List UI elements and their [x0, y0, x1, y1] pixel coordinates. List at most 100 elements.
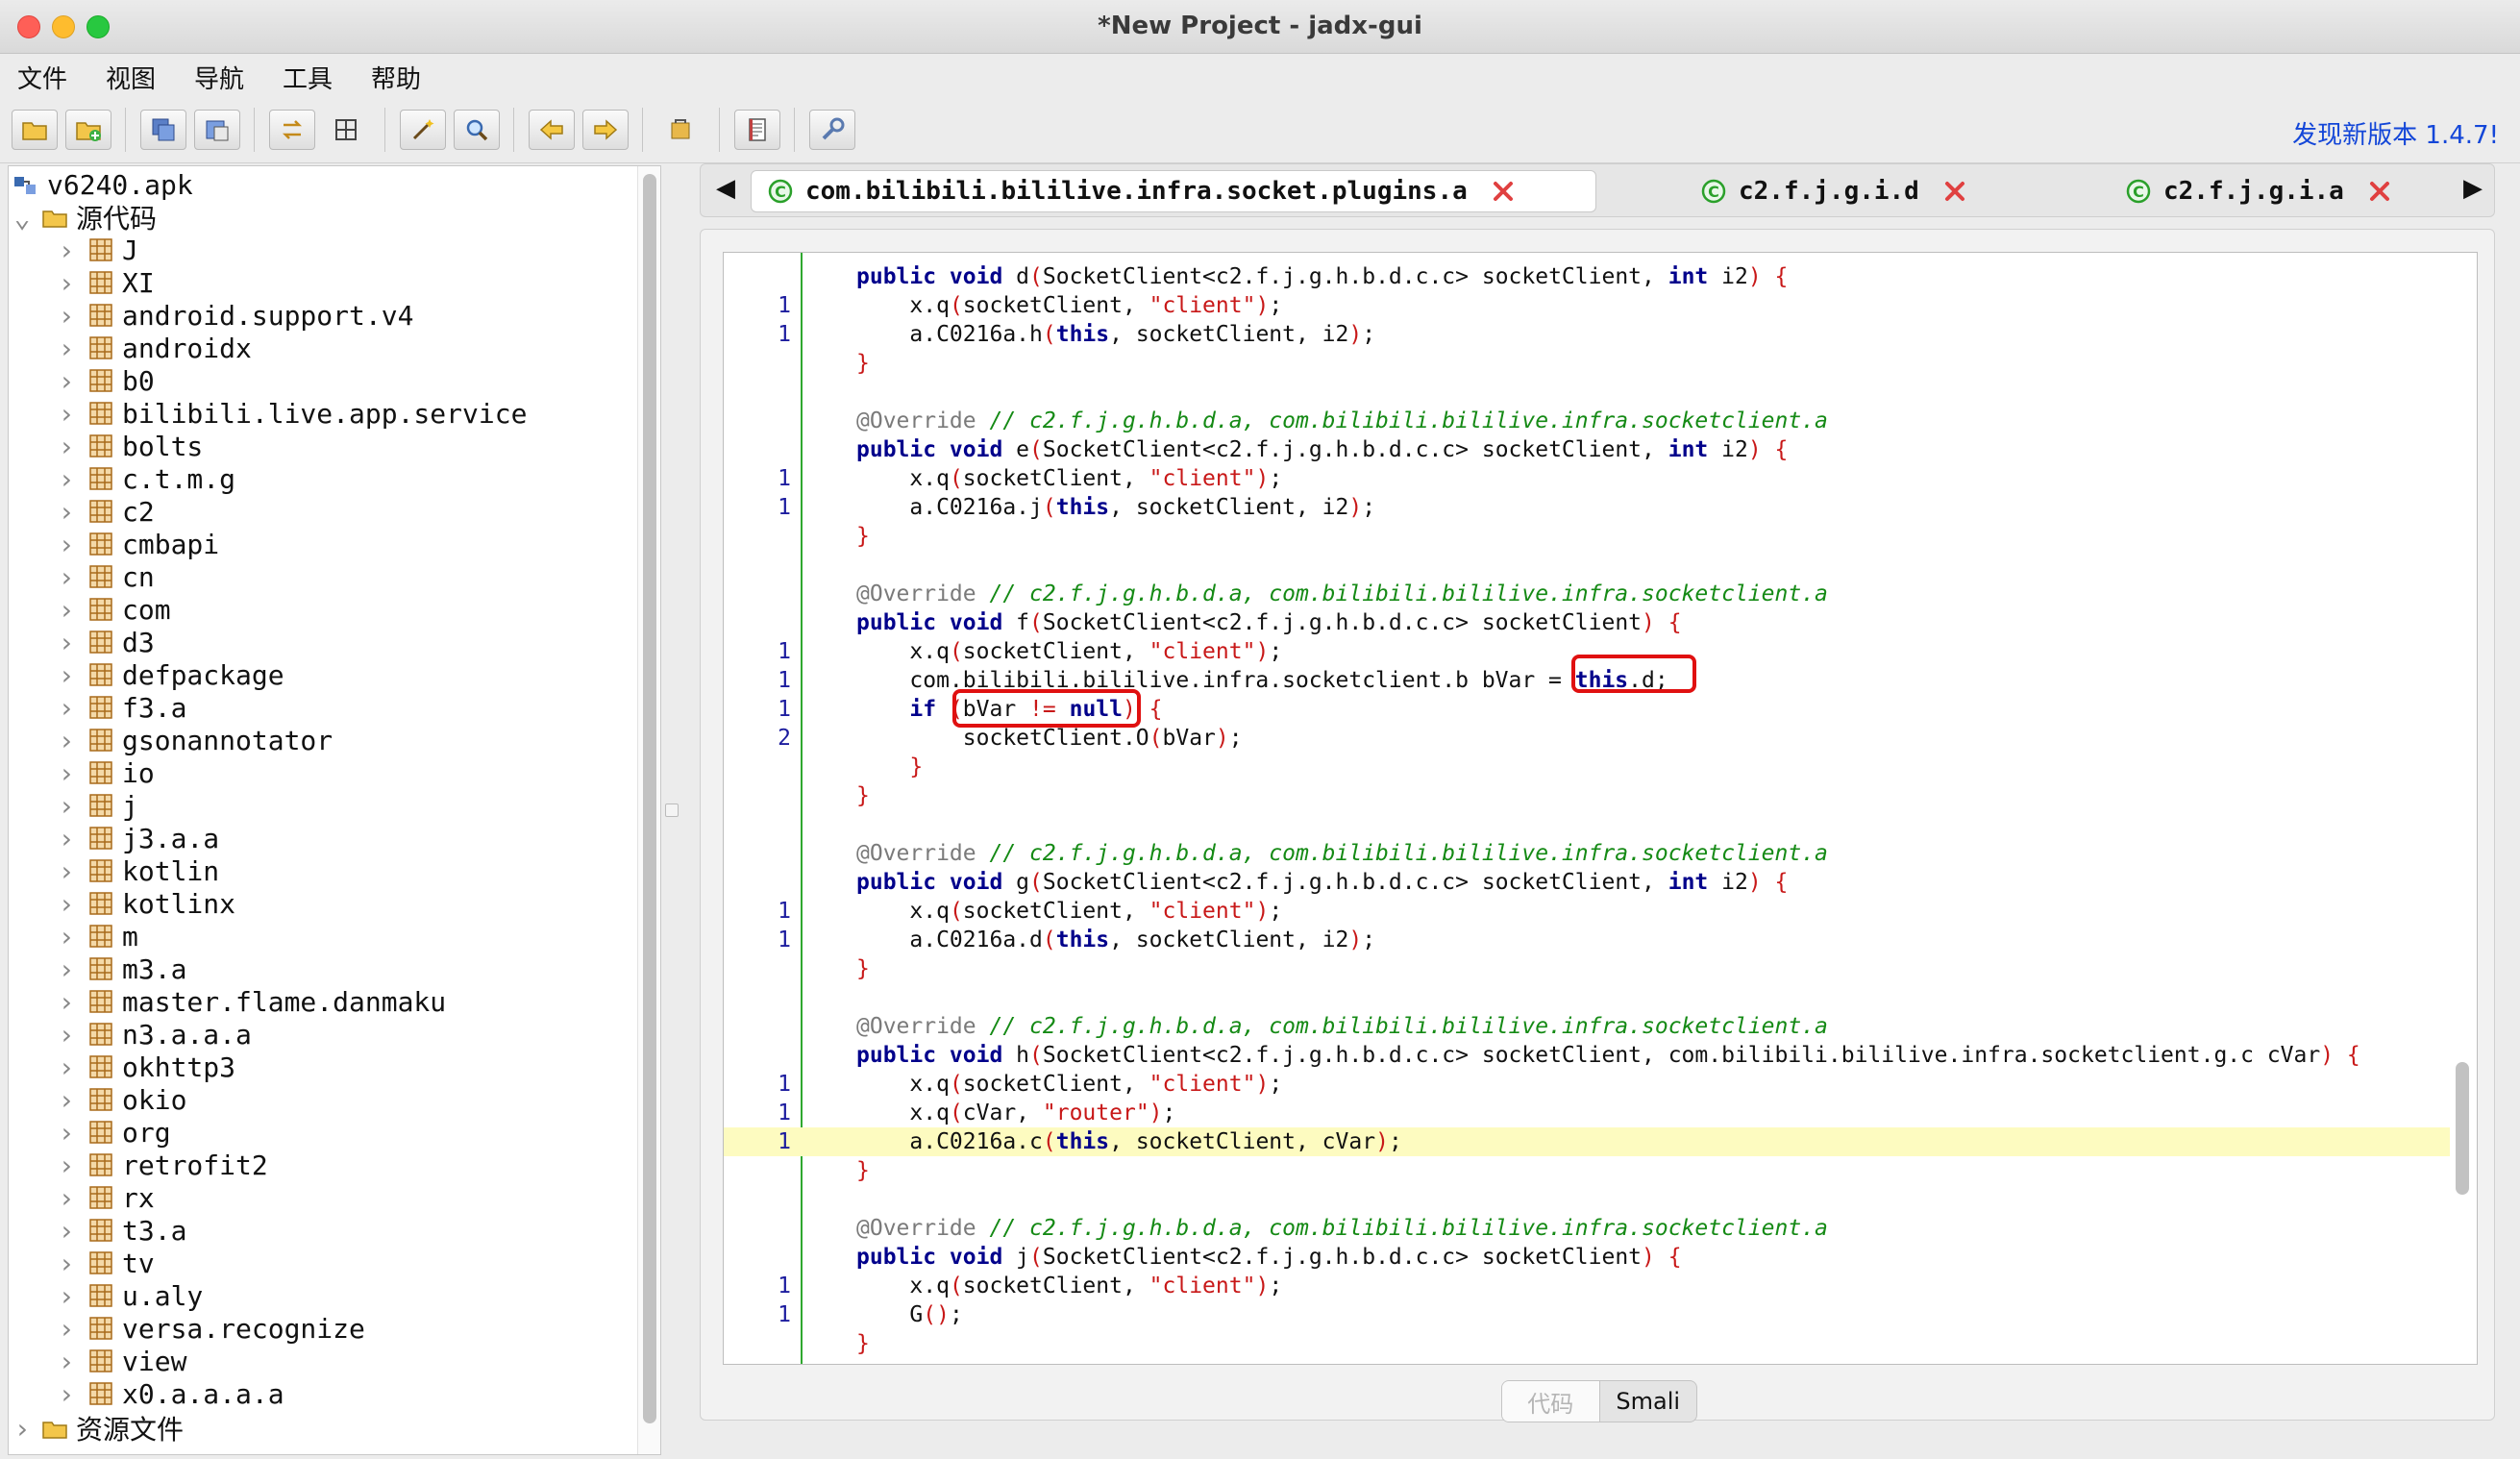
- chevron-right-icon[interactable]: ›: [57, 333, 76, 364]
- back-button[interactable]: [529, 110, 575, 150]
- code-line[interactable]: 1 x.q(socketClient, "client");: [724, 291, 2450, 320]
- chevron-right-icon[interactable]: ›: [57, 365, 76, 397]
- tab-scroll-right-icon[interactable]: ▶: [2463, 174, 2483, 203]
- code-editor[interactable]: public void d(SocketClient<c2.f.j.g.h.b.…: [723, 252, 2478, 1365]
- tree-package-item[interactable]: › tv: [57, 1247, 155, 1279]
- chevron-right-icon[interactable]: ›: [57, 986, 76, 1018]
- code-line[interactable]: [724, 1185, 2450, 1214]
- code-line[interactable]: 1 a.C0216a.h(this, socketClient, i2);: [724, 320, 2450, 349]
- code-line[interactable]: @Override // c2.f.j.g.h.b.d.a, com.bilib…: [724, 1214, 2450, 1243]
- code-line[interactable]: @Override // c2.f.j.g.h.b.d.a, com.bilib…: [724, 839, 2450, 868]
- chevron-right-icon[interactable]: ›: [57, 659, 76, 691]
- code-line[interactable]: 1 x.q(cVar, "router");: [724, 1099, 2450, 1127]
- chevron-right-icon[interactable]: ›: [57, 627, 76, 658]
- tab-scroll-left-icon[interactable]: ◀: [716, 174, 735, 203]
- code-line[interactable]: public void h(SocketClient<c2.f.j.g.h.b.…: [724, 1041, 2450, 1070]
- code-line[interactable]: }: [724, 753, 2450, 781]
- tree-package-item[interactable]: › io: [57, 756, 155, 789]
- code-line[interactable]: }: [724, 1156, 2450, 1185]
- menu-tools[interactable]: 工具: [283, 60, 333, 95]
- chevron-right-icon[interactable]: ›: [57, 921, 76, 952]
- menu-help[interactable]: 帮助: [371, 60, 421, 95]
- code-line[interactable]: }: [724, 349, 2450, 378]
- tree-package-item[interactable]: › J: [57, 234, 138, 266]
- chevron-right-icon[interactable]: ›: [57, 823, 76, 854]
- tree-package-item[interactable]: › c.t.m.g: [57, 462, 235, 495]
- code-line[interactable]: public void g(SocketClient<c2.f.j.g.h.b.…: [724, 868, 2450, 897]
- tree-package-item[interactable]: › d3: [57, 626, 155, 658]
- chevron-right-icon[interactable]: ›: [57, 1084, 76, 1116]
- flatten-packages-button[interactable]: [323, 110, 369, 150]
- chevron-right-icon[interactable]: ›: [57, 855, 76, 887]
- tree-scroll-thumb[interactable]: [643, 174, 656, 1423]
- chevron-right-icon[interactable]: ›: [57, 1346, 76, 1377]
- chevron-right-icon[interactable]: ›: [57, 1313, 76, 1345]
- tree-package-item[interactable]: › c2: [57, 495, 155, 528]
- code-line[interactable]: }: [724, 1329, 2450, 1358]
- close-tab-icon[interactable]: [1942, 179, 1967, 204]
- preferences-button[interactable]: [809, 110, 855, 150]
- chevron-right-icon[interactable]: ›: [57, 1150, 76, 1181]
- code-line[interactable]: 1 x.q(socketClient, "client");: [724, 1272, 2450, 1300]
- chevron-right-icon[interactable]: ›: [57, 1117, 76, 1149]
- tree-package-item[interactable]: › retrofit2: [57, 1149, 268, 1181]
- deobfuscation-button[interactable]: [400, 110, 446, 150]
- chevron-right-icon[interactable]: ›: [57, 529, 76, 560]
- tree-source-folder[interactable]: ⌄ 源代码: [12, 201, 157, 235]
- menu-file[interactable]: 文件: [17, 60, 67, 95]
- code-line[interactable]: 2 socketClient.O(bVar);: [724, 724, 2450, 753]
- menu-navigation[interactable]: 导航: [194, 60, 244, 95]
- tree-package-item[interactable]: › android.support.v4: [57, 299, 414, 332]
- tree-package-item[interactable]: › f3.a: [57, 691, 187, 724]
- code-line[interactable]: 1 x.q(socketClient, "client");: [724, 464, 2450, 493]
- tree-package-item[interactable]: › cmbapi: [57, 528, 220, 560]
- code-line[interactable]: 1 x.q(socketClient, "client");: [724, 897, 2450, 926]
- code-line[interactable]: [724, 378, 2450, 407]
- tree-package-item[interactable]: › x0.a.a.a.a: [57, 1377, 284, 1410]
- code-line[interactable]: @Override // c2.f.j.g.h.b.d.a, com.bilib…: [724, 1012, 2450, 1041]
- save-all-button[interactable]: [140, 110, 186, 150]
- code-line[interactable]: [724, 551, 2450, 580]
- code-line[interactable]: public void j(SocketClient<c2.f.j.g.h.b.…: [724, 1243, 2450, 1272]
- chevron-right-icon[interactable]: ›: [57, 463, 76, 495]
- smali-view-tab[interactable]: Smali: [1600, 1381, 1697, 1422]
- update-link[interactable]: 发现新版本 1.4.7!: [2292, 115, 2499, 151]
- tree-package-item[interactable]: › androidx: [57, 332, 252, 364]
- chevron-right-icon[interactable]: ›: [57, 300, 76, 332]
- search-button[interactable]: [454, 110, 500, 150]
- chevron-right-icon[interactable]: ›: [57, 496, 76, 528]
- decompile-all-button[interactable]: [657, 110, 704, 150]
- add-files-button[interactable]: [65, 110, 111, 150]
- tree-package-item[interactable]: › kotlinx: [57, 887, 235, 920]
- tree-root[interactable]: v6240.apk: [12, 168, 193, 201]
- close-tab-icon[interactable]: [1491, 179, 1516, 204]
- tree-package-item[interactable]: › j3.a.a: [57, 822, 220, 854]
- chevron-right-icon[interactable]: ›: [57, 888, 76, 920]
- chevron-right-icon[interactable]: ›: [57, 1378, 76, 1410]
- code-line[interactable]: @Override // c2.f.j.g.h.b.d.a, com.bilib…: [724, 580, 2450, 608]
- chevron-right-icon[interactable]: ›: [57, 1051, 76, 1083]
- menu-view[interactable]: 视图: [106, 60, 156, 95]
- tree-package-item[interactable]: › t3.a: [57, 1214, 187, 1247]
- forward-button[interactable]: [582, 110, 629, 150]
- tree-package-item[interactable]: › XI: [57, 266, 155, 299]
- tree-package-item[interactable]: › u.aly: [57, 1279, 204, 1312]
- code-line[interactable]: }: [724, 522, 2450, 551]
- chevron-right-icon[interactable]: ›: [57, 1182, 76, 1214]
- code-line[interactable]: public void d(SocketClient<c2.f.j.g.h.b.…: [724, 262, 2450, 291]
- export-button[interactable]: [194, 110, 240, 150]
- chevron-right-icon[interactable]: ›: [57, 235, 76, 266]
- code-line[interactable]: 1 a.C0216a.c(this, socketClient, cVar);: [724, 1127, 2450, 1156]
- chevron-right-icon[interactable]: ›: [57, 1248, 76, 1279]
- tab-plugins-a[interactable]: C com.bilibili.bililive.infra.socket.plu…: [751, 170, 1596, 212]
- tree-package-item[interactable]: › rx: [57, 1181, 155, 1214]
- splitter-handle[interactable]: [665, 804, 679, 817]
- tree-package-item[interactable]: › m: [57, 920, 138, 952]
- tree-package-item[interactable]: › cn: [57, 560, 155, 593]
- chevron-right-icon[interactable]: ›: [57, 398, 76, 430]
- code-line[interactable]: [724, 983, 2450, 1012]
- tree-package-item[interactable]: › n3.a.a.a: [57, 1018, 252, 1051]
- tree-package-item[interactable]: › b0: [57, 364, 155, 397]
- chevron-down-icon[interactable]: ⌄: [12, 202, 32, 234]
- tree-package-item[interactable]: › gsonannotator: [57, 724, 334, 756]
